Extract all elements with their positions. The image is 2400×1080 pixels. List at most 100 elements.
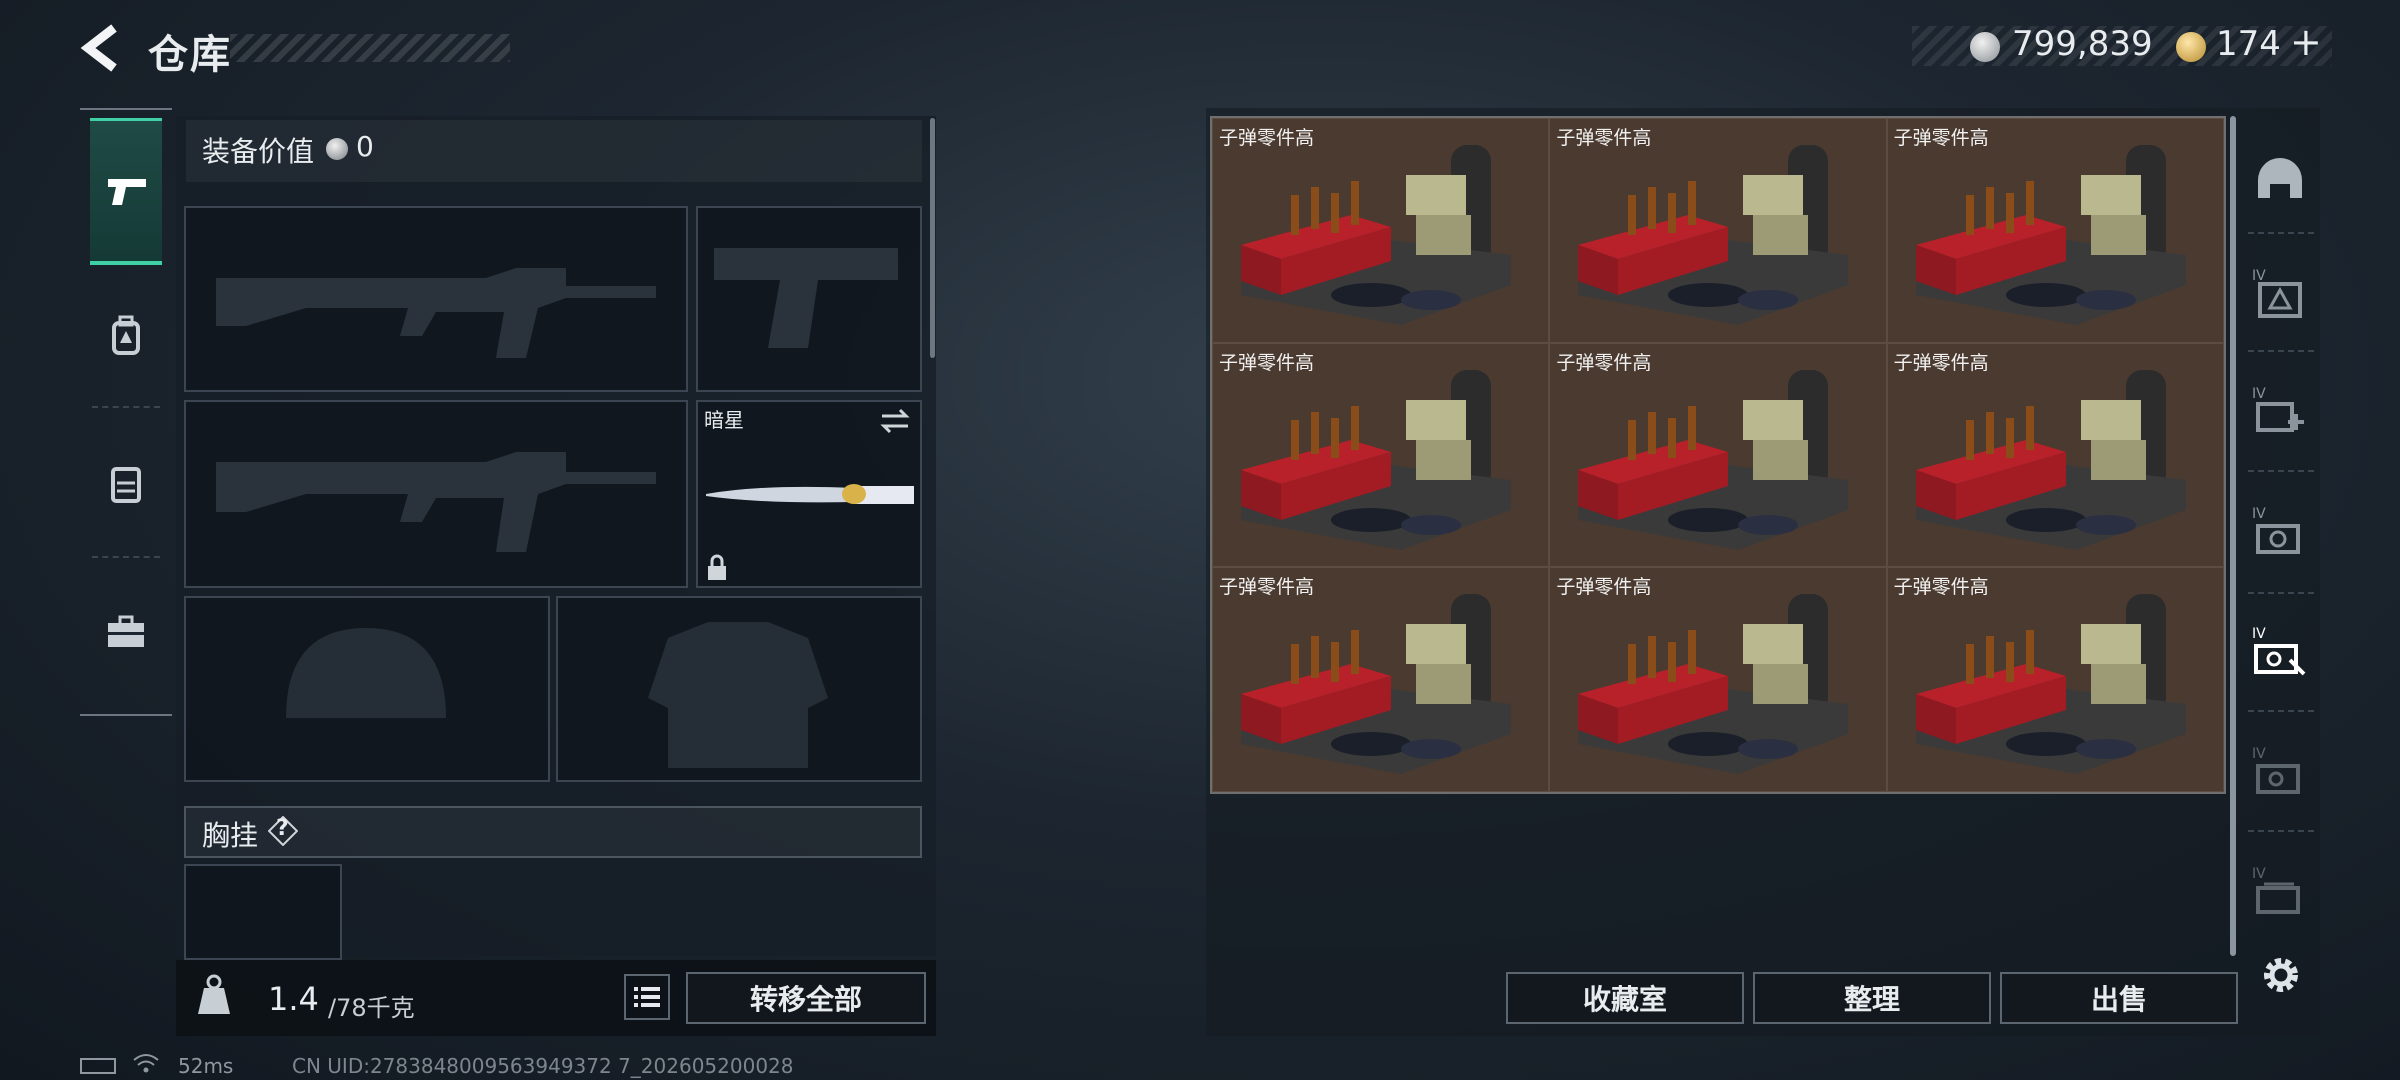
melee-name: 暗星 [704, 408, 744, 432]
storage-item[interactable]: 子弹零件高 [1212, 567, 1550, 792]
storage-item[interactable]: 子弹零件高 [1549, 118, 1887, 343]
wifi-icon [132, 1052, 160, 1074]
storage-item-label: 子弹零件高 [1556, 127, 1652, 149]
swap-melee-button[interactable] [878, 406, 912, 436]
storage-item-label: 子弹零件高 [1219, 576, 1315, 599]
ammo-parts-image [1241, 594, 1511, 775]
toolbox-icon [108, 615, 144, 647]
ammo-parts-image [1578, 145, 1849, 325]
add-gold-button[interactable]: + [2290, 20, 2322, 64]
gold-balance: 174 [2216, 24, 2281, 64]
storage-item-label: 子弹零件高 [1556, 351, 1652, 374]
primary-weapon-slot-2[interactable] [184, 400, 688, 588]
armor-slot[interactable] [556, 596, 922, 782]
collection-room-button[interactable]: 收藏室 [1506, 972, 1744, 1024]
svg-text:IV: IV [2252, 626, 2266, 642]
right-tab-camera[interactable]: IV [2250, 504, 2310, 564]
case-iv-icon: IV [2252, 268, 2302, 318]
storage-scrollbar[interactable] [2230, 116, 2236, 956]
svg-text:IV: IV [2252, 866, 2266, 882]
svg-text:IV: IV [2252, 268, 2266, 284]
knife-image [704, 478, 916, 512]
rifle-silhouette-icon [216, 452, 656, 552]
lock-icon [706, 554, 728, 582]
weight-max: /78千克 [328, 994, 415, 1022]
storage-item[interactable]: 子弹零件高 [1886, 342, 2224, 568]
key-iv-dim-icon: IV [2252, 746, 2300, 794]
equipment-scrollbar[interactable] [930, 118, 935, 358]
rail-tab-weapons[interactable] [90, 118, 162, 265]
battery-icon [80, 1058, 116, 1074]
sell-button[interactable]: 出售 [2000, 972, 2238, 1024]
ammo-parts-image [1915, 145, 2186, 325]
rail-divider [2248, 830, 2314, 832]
back-button[interactable] [78, 22, 126, 74]
ammo-parts-image [1241, 369, 1511, 550]
helmet-slot[interactable] [184, 596, 550, 782]
page-title: 仓库 [148, 32, 232, 78]
weight-current: 1.4 [268, 980, 319, 1018]
rail-tab-backpack[interactable] [90, 286, 162, 386]
storage-item[interactable]: 子弹零件高 [1212, 342, 1550, 568]
gold-coin-icon [2176, 32, 2206, 62]
user-uid: CN UID:2783848009563949372 7_20260520002… [292, 1054, 794, 1078]
ammo-parts-image [1915, 369, 2186, 550]
vest-icon [111, 467, 141, 503]
ammo-parts-image [1578, 369, 1849, 550]
list-icon [634, 987, 660, 1007]
ammo-parts-image [1578, 594, 1849, 775]
rifle-silhouette-icon [216, 268, 656, 358]
back-arrow-icon [80, 24, 117, 72]
storage-item-label: 子弹零件高 [1556, 576, 1652, 599]
primary-weapon-slot-1[interactable] [184, 206, 688, 392]
pistol-slot[interactable] [696, 206, 922, 392]
right-tab-medkit[interactable]: IV [2250, 384, 2310, 444]
rail-divider [2248, 232, 2314, 234]
right-tab-key-locked[interactable]: IV [2250, 744, 2310, 804]
svg-text:IV: IV [2252, 386, 2266, 402]
rail-divider [2248, 592, 2314, 594]
rail-tab-vest[interactable] [90, 434, 162, 534]
storage-item-label: 子弹零件高 [1219, 351, 1315, 374]
storage-grid: 子弹零件高 子弹零件高 子弹零件高 子弹零件高 子弹零件高 子弹零件高 子弹零件… [1210, 116, 2226, 794]
sort-button[interactable]: 整理 [1753, 972, 1991, 1024]
silver-balance: 799,839 [2012, 24, 2153, 64]
gear-icon [2264, 958, 2298, 992]
transfer-all-button[interactable]: 转移全部 [686, 972, 926, 1024]
title-stripe [230, 34, 510, 62]
storage-item[interactable]: 子弹零件高 [1549, 342, 1887, 568]
ping-readout: 52ms [178, 1054, 234, 1078]
chest-rig-slot[interactable] [184, 864, 342, 960]
right-tab-card[interactable]: IV [2250, 864, 2310, 924]
rail-divider [2248, 350, 2314, 352]
svg-text:IV: IV [2252, 506, 2266, 522]
rail-tab-toolbox[interactable] [90, 582, 162, 682]
helmet-silhouette-icon [286, 628, 446, 718]
pistol-icon [108, 179, 146, 205]
rail-divider [92, 556, 160, 558]
settings-button[interactable] [2258, 952, 2304, 998]
storage-item[interactable]: 子弹零件高 [1549, 567, 1887, 792]
right-tab-case[interactable]: IV [2250, 266, 2310, 326]
rail-divider [2248, 470, 2314, 472]
list-view-button[interactable] [624, 974, 670, 1020]
storage-item-label: 子弹零件高 [1893, 351, 1989, 374]
equipment-value: 0 [356, 130, 374, 163]
storage-item-label: 子弹零件高 [1893, 576, 1989, 599]
svg-text:IV: IV [2252, 746, 2266, 762]
storage-item-label: 子弹零件高 [1219, 127, 1315, 149]
storage-item[interactable]: 子弹零件高 [1886, 118, 2224, 343]
equipment-value-label: 装备价值 [202, 135, 315, 168]
camera-iv-icon: IV [2252, 506, 2300, 554]
rail-divider [92, 406, 160, 408]
silver-coin-icon [326, 138, 348, 160]
chest-rig-label: 胸挂 [202, 819, 259, 852]
storage-item[interactable]: 子弹零件高 [1212, 118, 1550, 343]
right-tab-helmet[interactable] [2250, 150, 2310, 210]
right-tab-key[interactable]: IV [2250, 624, 2310, 684]
storage-item[interactable]: 子弹零件高 [1886, 567, 2224, 792]
ammo-parts-image [1915, 594, 2186, 775]
silver-coin-icon [1970, 32, 2000, 62]
key-iv-icon: IV [2252, 626, 2306, 676]
swap-arrows-icon [880, 408, 910, 434]
